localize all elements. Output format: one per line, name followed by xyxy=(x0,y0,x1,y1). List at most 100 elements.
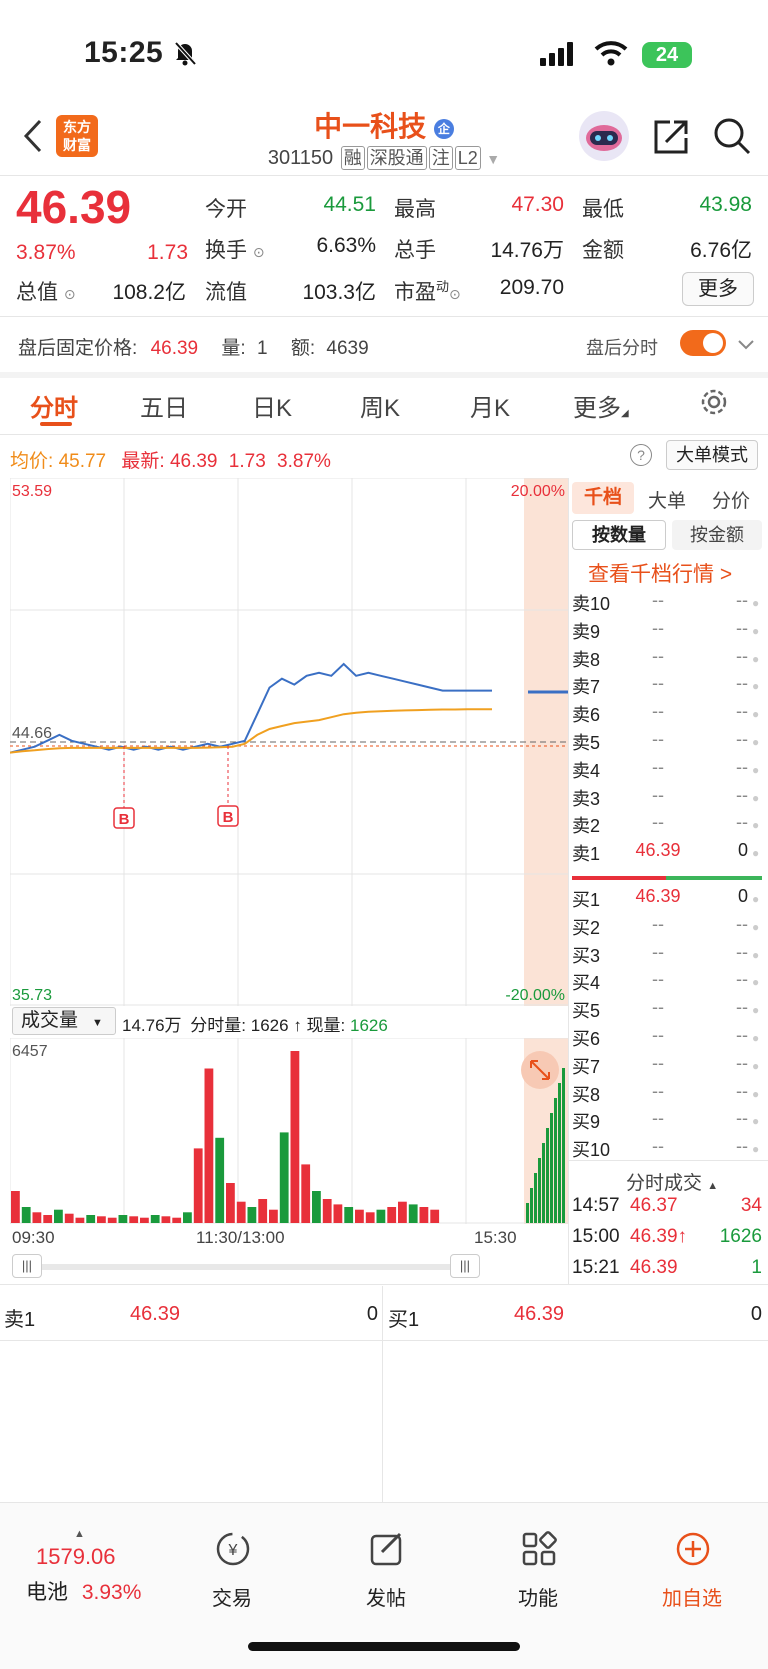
home-indicator[interactable] xyxy=(248,1642,520,1651)
volume-bar xyxy=(355,1209,364,1223)
volume-bar xyxy=(301,1164,311,1223)
volume-bar xyxy=(398,1201,407,1223)
buy-level-row[interactable]: 买1 46.39 0 ● xyxy=(572,886,762,914)
book-tab-big-order[interactable]: 大单 xyxy=(648,486,686,513)
by-quantity-button[interactable]: 按数量 xyxy=(572,520,666,550)
help-icon[interactable]: ? xyxy=(630,444,652,466)
after-hours-volume-bar xyxy=(554,1098,557,1223)
book-tab-price[interactable]: 分价 xyxy=(712,486,750,513)
sell-level-label: 卖8 xyxy=(572,649,601,670)
index-value[interactable]: 1579.06 xyxy=(36,1544,116,1570)
buy-level-volume: -- xyxy=(736,1052,748,1073)
volume-bar xyxy=(236,1201,246,1223)
volume-bar xyxy=(312,1191,321,1223)
sell-level-row[interactable]: 卖7 -- -- ● xyxy=(572,673,762,701)
nav-post[interactable]: 发帖 xyxy=(326,1530,446,1620)
buy-level-row[interactable]: 买5 -- -- ● xyxy=(572,997,762,1025)
sell-level-row[interactable]: 卖6 -- -- ● xyxy=(572,701,762,729)
buy-level-row[interactable]: 买9 -- -- ● xyxy=(572,1108,762,1136)
open-label: 今开 xyxy=(205,198,247,221)
range-handle-right[interactable]: ||| xyxy=(450,1254,480,1278)
low-value: 43.98 xyxy=(699,193,752,216)
sell-level-row[interactable]: 卖3 -- -- ● xyxy=(572,785,762,813)
buy-level-row[interactable]: 买6 -- -- ● xyxy=(572,1025,762,1053)
buy-level-row[interactable]: 买7 -- -- ● xyxy=(572,1053,762,1081)
info-icon[interactable]: ⊙ xyxy=(64,286,76,302)
tab-daily-k[interactable]: 日K xyxy=(252,388,292,423)
settings-gear-icon[interactable] xyxy=(698,386,730,423)
sell-level-row[interactable]: 卖2 -- -- ● xyxy=(572,812,762,840)
volume-chart[interactable]: 6457 xyxy=(10,1038,568,1224)
view-thousand-link[interactable]: 查看千档行情 > xyxy=(588,558,732,588)
indicator-selector[interactable]: 成交量 ▼ xyxy=(12,1007,116,1035)
buy-level-label: 买6 xyxy=(572,1029,601,1049)
tab-more[interactable]: 更多◢ xyxy=(573,388,629,423)
buy-level-price: -- xyxy=(652,941,664,962)
svg-text:¥: ¥ xyxy=(228,1542,238,1559)
buy-level-row[interactable]: 买3 -- -- ● xyxy=(572,942,762,970)
range-slider-track[interactable] xyxy=(32,1264,464,1270)
sell-level-row[interactable]: 卖4 -- -- ● xyxy=(572,757,762,785)
tab-weekly-k[interactable]: 周K xyxy=(360,388,400,423)
sell-level-row[interactable]: 卖10 -- -- ● xyxy=(572,590,762,618)
share-icon[interactable] xyxy=(652,118,690,161)
range-handle-left[interactable]: ||| xyxy=(12,1254,42,1278)
buy-level-price: -- xyxy=(652,1025,664,1045)
y-axis-top: 53.59 xyxy=(12,483,52,500)
nav-add-watchlist-label: 加自选 xyxy=(662,1588,722,1610)
buy-level-volume: -- xyxy=(736,1025,748,1045)
volume-bar xyxy=(161,1216,171,1223)
sell-level-price: -- xyxy=(652,756,664,777)
by-amount-button[interactable]: 按金额 xyxy=(672,520,762,550)
tag-connect: 深股通 xyxy=(366,146,427,170)
info-icon[interactable]: ⊙ xyxy=(449,286,461,302)
after-hours-volume-bar xyxy=(542,1143,545,1223)
buy-level-row[interactable]: 买4 -- -- ● xyxy=(572,969,762,997)
after-hours-volume-bar xyxy=(526,1203,529,1223)
more-button[interactable]: 更多 xyxy=(682,272,754,306)
dropdown-icon[interactable]: ▼ xyxy=(486,151,500,167)
info-icon[interactable]: ⊙ xyxy=(253,244,265,260)
sell-level-row[interactable]: 卖5 -- -- ● xyxy=(572,729,762,757)
time-end: 15:30 xyxy=(474,1228,517,1247)
volume-bar xyxy=(344,1207,354,1223)
current-price: 46.39 xyxy=(16,181,132,233)
search-icon[interactable] xyxy=(712,116,752,161)
buy-level-row[interactable]: 买2 -- -- ● xyxy=(572,914,762,942)
wifi-icon xyxy=(594,40,628,71)
book-tab-thousand[interactable]: 千档 xyxy=(572,482,634,514)
sell-level-row[interactable]: 卖8 -- -- ● xyxy=(572,646,762,674)
buy-level-label: 买8 xyxy=(572,1084,601,1105)
nav-add-watchlist[interactable]: 加自选 xyxy=(632,1530,752,1620)
change-amount: 1.73 xyxy=(147,241,188,264)
sell-level-label: 卖2 xyxy=(572,816,601,837)
sell-level-row[interactable]: 卖1 46.39 0 ● xyxy=(572,840,762,868)
sell-level-price: -- xyxy=(652,784,664,805)
sell-level-row[interactable]: 卖9 -- -- ● xyxy=(572,618,762,646)
volume-bar xyxy=(21,1207,31,1223)
stock-name: 中一科技 xyxy=(314,111,427,142)
y-axis-bottom: 35.73 xyxy=(12,987,52,1004)
high-value: 47.30 xyxy=(511,193,564,216)
nav-post-label: 发帖 xyxy=(366,1588,406,1610)
chevron-down-icon[interactable] xyxy=(736,334,756,359)
nav-trade[interactable]: ¥ 交易 xyxy=(172,1530,292,1620)
after-hours-toggle[interactable] xyxy=(680,330,726,356)
buy-level-row[interactable]: 买8 -- -- ● xyxy=(572,1081,762,1109)
big-order-mode-button[interactable]: 大单模式 xyxy=(666,440,758,470)
robot-assistant-icon[interactable] xyxy=(578,110,630,167)
add-circle-icon xyxy=(676,1532,710,1566)
tab-monthly-k[interactable]: 月K xyxy=(470,388,510,423)
buy-level-label: 买3 xyxy=(572,945,601,966)
price-chart[interactable]: B B 53.59 44.66 35.73 20.00% -20.00% xyxy=(10,478,568,1006)
sell-level-volume: -- xyxy=(736,812,748,833)
index-ticker[interactable]: 电池 3.93% xyxy=(26,1576,141,1606)
high-label: 最高 xyxy=(394,198,436,221)
nav-functions[interactable]: 功能 xyxy=(478,1530,598,1620)
tab-five-day[interactable]: 五日 xyxy=(140,388,188,423)
sell-level-price: -- xyxy=(652,812,664,833)
volume-bar xyxy=(193,1148,203,1223)
volume-bar xyxy=(86,1215,96,1223)
tab-timeshare[interactable]: 分时 xyxy=(30,388,78,423)
nav-trade-label: 交易 xyxy=(212,1588,252,1610)
